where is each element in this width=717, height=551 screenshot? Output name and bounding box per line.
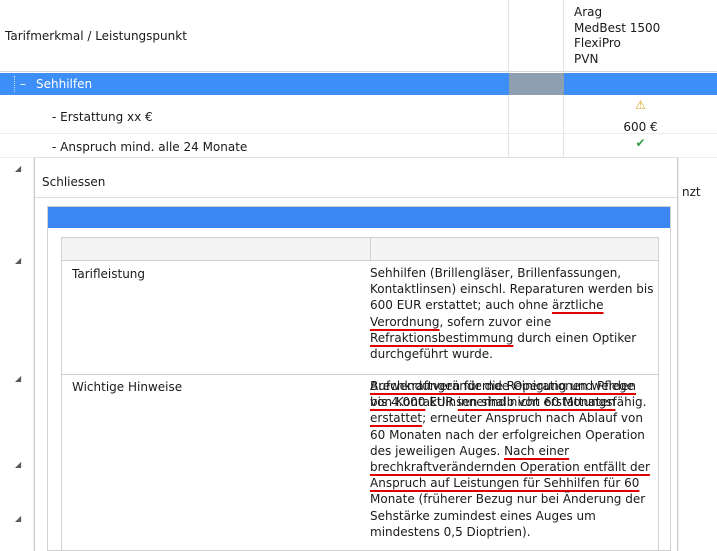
- detail-popup: Schliessen Tarifleistung Sehhilfen (Bril…: [34, 158, 678, 551]
- column-line: Arag: [574, 5, 603, 19]
- tree-line: [14, 76, 15, 92]
- collapse-toggle[interactable]: –: [20, 77, 26, 91]
- detail-panel: Tarifleistung Sehhilfen (Brillengläser, …: [47, 206, 671, 551]
- column-line: PVN: [574, 51, 599, 66]
- popup-toolbar: Schliessen: [35, 158, 677, 198]
- detail-key: Wichtige Hinweise: [72, 380, 183, 394]
- detail-table: Tarifleistung Sehhilfen (Brillengläser, …: [61, 237, 659, 551]
- column-divider: [370, 238, 371, 261]
- group-label: Sehhilfen: [36, 77, 93, 91]
- row-value: 600 €: [623, 120, 658, 134]
- expand-icon[interactable]: ◢: [15, 374, 21, 383]
- panel-title-bar: [48, 207, 670, 228]
- header-title: Tarifmerkmal / Leistungspunkt: [5, 29, 187, 43]
- text-segment: EUR: [425, 395, 458, 410]
- close-button[interactable]: Schliessen: [42, 175, 105, 189]
- detail-paragraph: Sehhilfen (Brillengläser, Brillenfassung…: [370, 265, 655, 362]
- text-segment: Monate (früherer Bezug nur bei Änderung …: [370, 492, 646, 539]
- detail-table-header: [62, 237, 658, 261]
- expand-icon[interactable]: ◢: [15, 460, 21, 469]
- grid-header: Tarifmerkmal / Leistungspunkt Arag MedBe…: [0, 0, 717, 72]
- selected-cell: [509, 73, 564, 95]
- text-segment: , sofern zuvor eine: [439, 314, 552, 329]
- table-row[interactable]: - Erstattung xx € ⚠ 600 €: [0, 96, 717, 134]
- group-row-sehhilfen[interactable]: – Sehhilfen: [0, 73, 717, 95]
- detail-key: Tarifleistung: [72, 267, 146, 281]
- expand-icon[interactable]: ◢: [15, 164, 21, 173]
- warning-icon: ⚠: [635, 98, 646, 112]
- row-label: - Anspruch mind. alle 24 Monate: [52, 140, 248, 154]
- expand-icon[interactable]: ◢: [15, 514, 21, 523]
- column-line: FlexiPro: [574, 36, 621, 51]
- row-separator: [62, 374, 658, 375]
- column-line: MedBest 1500: [574, 20, 661, 35]
- table-row[interactable]: - Anspruch mind. alle 24 Monate ✔: [0, 135, 717, 158]
- detail-paragraph: Brechkraftverändernde Operationen werden…: [370, 378, 655, 540]
- detail-value: Brechkraftverändernde Operationen werden…: [370, 378, 655, 540]
- tariff-column-header[interactable]: Arag MedBest 1500 FlexiPro PVN: [574, 5, 660, 67]
- text-segment: Sehhilfen (Brillengläser, Brillenfassung…: [370, 266, 654, 313]
- expand-icon[interactable]: ◢: [15, 256, 21, 265]
- truncated-text: nzt: [682, 185, 701, 199]
- highlighted-text: Refraktionsbestimmung: [370, 330, 514, 345]
- check-icon: ✔: [635, 136, 646, 150]
- row-label: - Erstattung xx €: [52, 110, 153, 124]
